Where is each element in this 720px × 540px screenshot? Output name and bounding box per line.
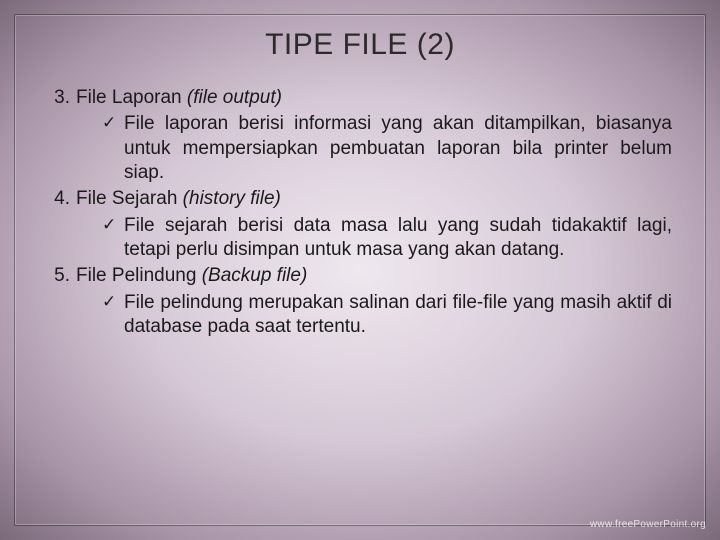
list-item: 4. File Sejarah (history file) — [48, 187, 672, 211]
check-icon: ✓ — [102, 112, 124, 185]
slide-title: TIPE FILE (2) — [48, 28, 672, 62]
item-name: File Sejarah — [76, 188, 177, 209]
item-detail: File sejarah berisi data masa lalu yang … — [124, 214, 672, 263]
item-heading: File Pelindung (Backup file) — [76, 264, 307, 288]
item-parenthetical: (Backup file) — [202, 265, 308, 286]
item-number: 3. — [48, 86, 76, 110]
item-heading: File Laporan (file output) — [76, 86, 282, 110]
item-parenthetical: (history file) — [183, 188, 281, 209]
item-detail: File pelindung merupakan salinan dari fi… — [124, 291, 672, 340]
list-subitem: ✓ File laporan berisi informasi yang aka… — [48, 112, 672, 185]
item-heading: File Sejarah (history file) — [76, 187, 281, 211]
list-item: 5. File Pelindung (Backup file) — [48, 264, 672, 288]
item-number: 5. — [48, 264, 76, 288]
numbered-list: 3. File Laporan (file output) ✓ File lap… — [48, 86, 672, 339]
item-name: File Laporan — [76, 87, 182, 108]
item-name: File Pelindung — [76, 265, 196, 286]
watermark: www.freePowerPoint.org — [590, 519, 706, 530]
check-icon: ✓ — [102, 214, 124, 263]
check-icon: ✓ — [102, 291, 124, 340]
list-subitem: ✓ File sejarah berisi data masa lalu yan… — [48, 214, 672, 263]
slide-content: TIPE FILE (2) 3. File Laporan (file outp… — [48, 28, 672, 341]
item-number: 4. — [48, 187, 76, 211]
item-detail: File laporan berisi informasi yang akan … — [124, 112, 672, 185]
list-subitem: ✓ File pelindung merupakan salinan dari … — [48, 291, 672, 340]
item-parenthetical: (file output) — [187, 87, 282, 108]
list-item: 3. File Laporan (file output) — [48, 86, 672, 110]
